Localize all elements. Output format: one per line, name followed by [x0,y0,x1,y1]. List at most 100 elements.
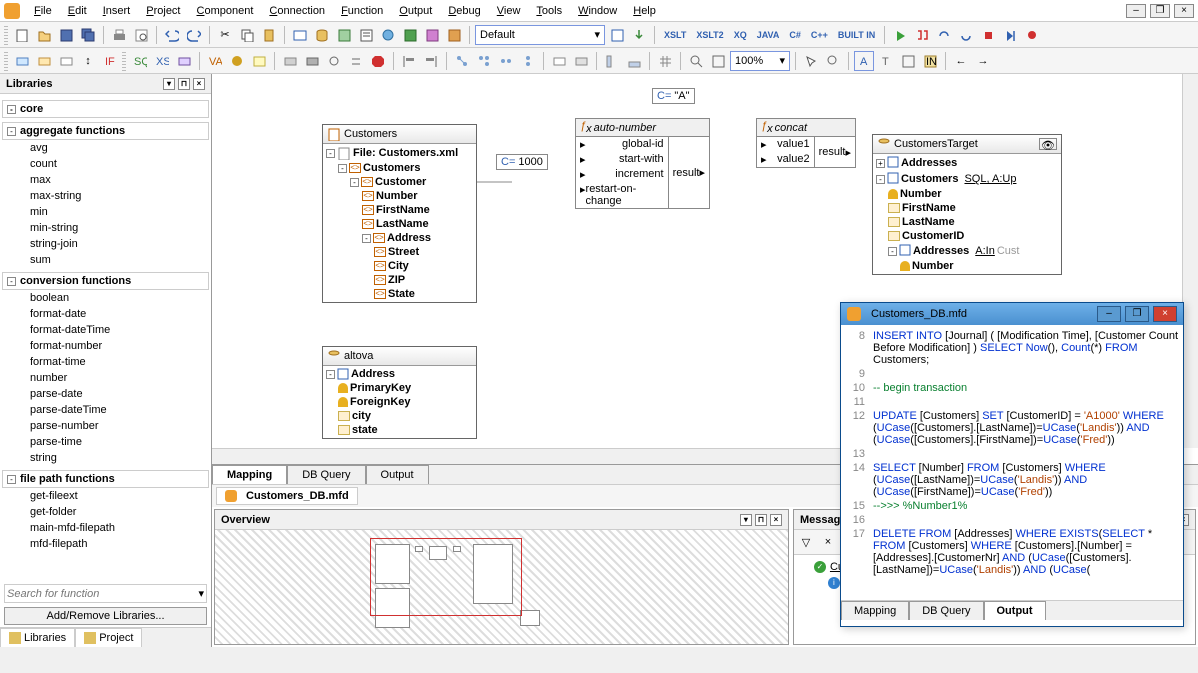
tab-output[interactable]: Output [366,465,429,484]
lib-item-avg[interactable]: avg [2,140,209,156]
insert-ws-button[interactable] [378,25,398,45]
show-overview-button[interactable] [624,51,644,71]
open-button[interactable] [34,25,54,45]
menu-debug[interactable]: Debug [440,3,488,19]
copy-button[interactable] [237,25,257,45]
lib-item-parse-number[interactable]: parse-number [2,418,209,434]
var-button[interactable]: VAR [205,51,225,71]
step-over-button[interactable] [934,25,954,45]
new-button[interactable] [12,25,32,45]
undo-button[interactable] [162,25,182,45]
save-button[interactable] [56,25,76,45]
insert-sql-button[interactable]: SQL [130,51,150,71]
insert-xml-button[interactable] [290,25,310,45]
menu-component[interactable]: Component [189,3,262,19]
zoom-fit-button[interactable] [708,51,728,71]
function-concat[interactable]: ƒxconcat ▸value1 ▸value2 result▸ [756,118,856,168]
constant-A[interactable]: C="A" [652,88,695,104]
show-types-button[interactable]: T [876,51,896,71]
save-all-button[interactable] [78,25,98,45]
menu-connection[interactable]: Connection [261,3,333,19]
conn-keep-button[interactable] [496,51,516,71]
select-tool[interactable] [801,51,821,71]
insert-join-button[interactable] [174,51,194,71]
insert-excel-button[interactable] [400,25,420,45]
tab-mapping[interactable]: Mapping [212,465,287,484]
lib-item-boolean[interactable]: boolean [2,290,209,306]
menu-insert[interactable]: Insert [95,3,139,19]
insert-sort-button[interactable]: ↕ [78,51,98,71]
print-preview-button[interactable] [131,25,151,45]
lib-item-format-time[interactable]: format-time [2,354,209,370]
doc-tab-customers-db[interactable]: Customers_DB.mfd [216,487,358,505]
insert-xbrl-button[interactable] [422,25,442,45]
function-auto-number[interactable]: ƒxauto-number ▸global-id ▸start-with ▸in… [575,118,710,209]
menu-project[interactable]: Project [138,3,188,19]
component-customers[interactable]: Customers -File: Customers.xml -<>Custom… [322,124,477,303]
fw-tab-mapping[interactable]: Mapping [841,601,909,620]
add-remove-libraries-button[interactable]: Add/Remove Libraries... [4,607,207,625]
redo-button[interactable] [184,25,204,45]
conn-copy-button[interactable] [518,51,538,71]
lib-group-aggregate-functions[interactable]: -aggregate functions [2,122,209,140]
lang-java[interactable]: JAVA [753,25,784,45]
tab-libraries[interactable]: Libraries [0,628,75,647]
component-customers-target[interactable]: CustomersTarget👁 +Addresses -Customers S… [872,134,1062,275]
lang-xq[interactable]: XQ [730,25,751,45]
menu-function[interactable]: Function [333,3,391,19]
breakpoint-button[interactable] [1022,25,1042,45]
align-right-button[interactable] [421,51,441,71]
menu-edit[interactable]: Edit [60,3,95,19]
lib-item-get-fileext[interactable]: get-fileext [2,488,209,504]
show-annotations-button[interactable] [898,51,918,71]
canvas-scrollbar-vertical[interactable] [1182,74,1198,448]
tab-project[interactable]: Project [75,628,142,647]
minimize-button[interactable]: – [1126,4,1146,18]
lib-item-parse-time[interactable]: parse-time [2,434,209,450]
insert-if-button[interactable]: IF [100,51,120,71]
deploy-button[interactable] [629,25,649,45]
menu-window[interactable]: Window [570,3,625,19]
back-button[interactable]: ← [951,51,971,71]
generate-button[interactable] [607,25,627,45]
panel-dropdown-icon[interactable]: ▾ [163,78,175,90]
lib-item-min-string[interactable]: min-string [2,220,209,236]
tab-dbquery[interactable]: DB Query [287,465,365,484]
show-connector-tips[interactable]: A [854,51,874,71]
library-search[interactable]: ▾ [4,584,207,603]
lib-item-max[interactable]: max [2,172,209,188]
search-dropdown-icon[interactable]: ▾ [198,587,204,600]
insert-json-button[interactable] [444,25,464,45]
panel-dropdown-icon[interactable]: ▾ [740,514,752,526]
lib-item-parse-dateTime[interactable]: parse-dateTime [2,402,209,418]
lang-built in[interactable]: BUILT IN [834,25,879,45]
insert-edi-button[interactable] [334,25,354,45]
lib-item-sum[interactable]: sum [2,252,209,268]
close-button[interactable]: × [1174,4,1194,18]
info-button[interactable]: INFO [920,51,940,71]
show-library-button[interactable] [602,51,622,71]
insert-filter-button[interactable] [56,51,76,71]
menu-output[interactable]: Output [391,3,440,19]
menu-help[interactable]: Help [625,3,664,19]
lib-item-min[interactable]: min [2,204,209,220]
fw-minimize-button[interactable]: – [1097,306,1121,322]
zoom-1-button[interactable] [686,51,706,71]
insert-func-button[interactable] [34,51,54,71]
forward-button[interactable]: → [973,51,993,71]
component-altova[interactable]: altova -Address PrimaryKey ForeignKey ci… [322,346,477,439]
lib-item-count[interactable]: count [2,156,209,172]
constant-1000[interactable]: C=1000 [496,154,548,170]
overview-canvas[interactable] [215,530,788,644]
menu-file[interactable]: File [26,3,60,19]
grid-button[interactable] [655,51,675,71]
insert-constant-button[interactable] [12,51,32,71]
lib-item-number[interactable]: number [2,370,209,386]
insert-xslt-button[interactable]: XSL [152,51,172,71]
menu-view[interactable]: View [489,3,529,19]
paste-button[interactable] [259,25,279,45]
step-into-button[interactable] [912,25,932,45]
lang-c++[interactable]: C++ [807,25,832,45]
lang-xslt[interactable]: XSLT [660,25,690,45]
settings-button[interactable] [324,51,344,71]
